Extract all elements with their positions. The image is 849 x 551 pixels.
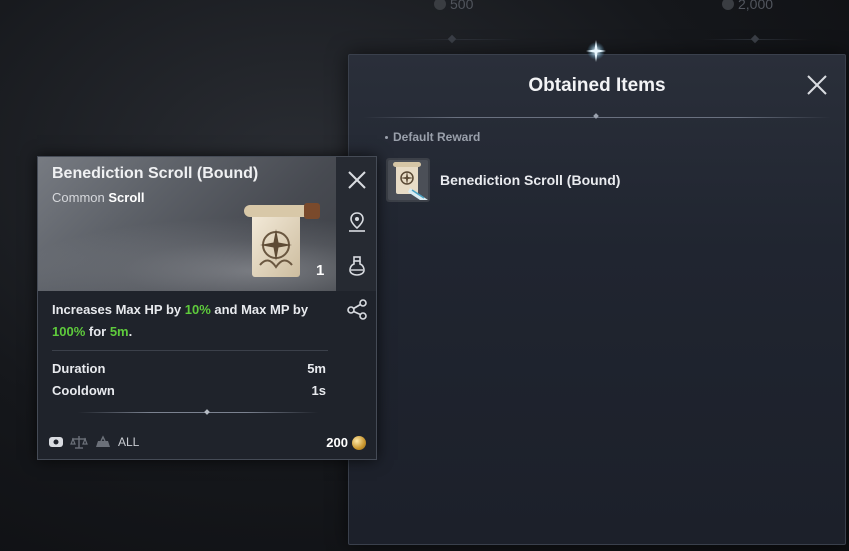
bg-diamond bbox=[750, 34, 760, 44]
use-item-button[interactable] bbox=[346, 255, 368, 277]
close-icon bbox=[807, 75, 827, 95]
description-text: for bbox=[85, 324, 110, 339]
divider-ornament bbox=[204, 409, 210, 415]
item-rarity: Common bbox=[52, 190, 105, 205]
scroll-icon bbox=[238, 195, 324, 285]
potion-icon bbox=[349, 256, 365, 276]
item-price: 200 bbox=[326, 435, 366, 450]
tooltip-close-button[interactable] bbox=[346, 169, 368, 191]
bg-currency-right-value: 2,000 bbox=[738, 0, 774, 12]
location-pin-icon bbox=[349, 212, 365, 232]
reward-item-name: Benediction Scroll (Bound) bbox=[440, 172, 621, 188]
item-tooltip: Benediction Scroll (Bound) Common Scroll bbox=[37, 156, 377, 460]
description-text: . bbox=[128, 324, 133, 339]
section-label: Default Reward bbox=[393, 130, 481, 144]
bg-currency-right: 2,000 bbox=[722, 0, 773, 12]
share-button[interactable] bbox=[346, 298, 368, 320]
tooltip-header: Benediction Scroll (Bound) Common Scroll bbox=[38, 157, 336, 291]
bullet-icon bbox=[385, 136, 388, 139]
bg-currency-left: 500 bbox=[434, 0, 473, 12]
reward-item[interactable]: Benediction Scroll (Bound) bbox=[384, 156, 620, 204]
description-value-duration: 5m bbox=[109, 324, 129, 339]
stat-label: Duration bbox=[52, 361, 106, 376]
location-button[interactable] bbox=[346, 211, 368, 233]
item-title: Benediction Scroll (Bound) bbox=[52, 165, 259, 182]
bg-currency-left-value: 500 bbox=[450, 0, 474, 12]
obtained-items-panel: Obtained Items Default Reward bbox=[348, 54, 846, 545]
class-restriction: ALL bbox=[118, 435, 140, 449]
sparkle-icon bbox=[586, 40, 606, 62]
stat-row-duration: Duration 5m bbox=[52, 361, 326, 376]
storage-icon bbox=[96, 435, 110, 447]
stat-value: 1s bbox=[311, 383, 326, 398]
stat-value: 5m bbox=[307, 361, 326, 376]
close-button[interactable] bbox=[805, 73, 829, 97]
item-category: Scroll bbox=[108, 190, 145, 205]
description-value-mp: 100% bbox=[52, 324, 86, 339]
coin-icon bbox=[434, 0, 446, 10]
scroll-icon bbox=[384, 156, 432, 204]
stat-row-cooldown: Cooldown 1s bbox=[52, 383, 326, 398]
share-icon bbox=[347, 299, 367, 320]
item-quantity: 1 bbox=[316, 262, 325, 279]
close-icon bbox=[348, 171, 366, 189]
stat-label: Cooldown bbox=[52, 383, 115, 398]
bg-diamond bbox=[447, 34, 457, 44]
description-text: and Max MP by bbox=[210, 302, 309, 317]
coin-icon bbox=[722, 0, 734, 10]
scale-icon bbox=[70, 436, 88, 449]
item-type: Common Scroll bbox=[52, 190, 145, 205]
item-restrictions: ALL bbox=[48, 435, 139, 449]
tradeable-icon bbox=[49, 437, 63, 447]
price-value: 200 bbox=[326, 435, 348, 450]
bg-divider bbox=[410, 39, 520, 40]
panel-title: Obtained Items bbox=[528, 75, 666, 96]
description-text: Increases Max HP by bbox=[52, 302, 185, 317]
footer-divider bbox=[78, 412, 318, 413]
description-value-hp: 10% bbox=[184, 302, 211, 317]
item-description: Increases Max HP by 10% and Max MP by 10… bbox=[52, 299, 332, 343]
gold-coin-icon bbox=[352, 435, 366, 450]
stats-separator bbox=[52, 350, 328, 351]
